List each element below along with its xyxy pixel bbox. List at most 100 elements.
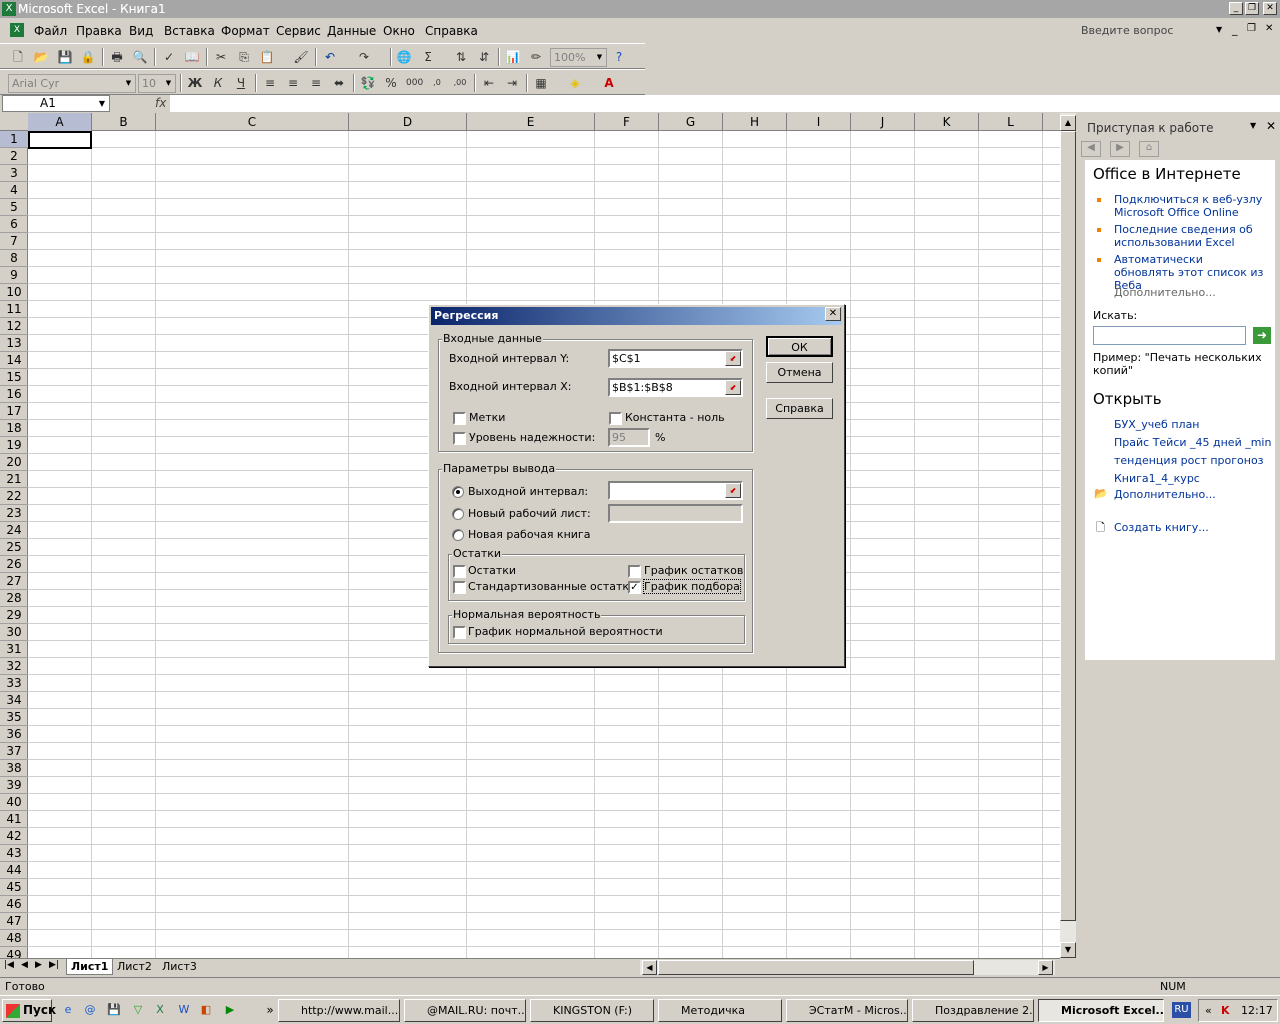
excel-icon[interactable]: X [152,1002,168,1018]
row-header-8[interactable]: 8 [0,250,28,267]
doc-close-button[interactable]: ✕ [1265,23,1273,34]
horizontal-scroll-thumb[interactable] [658,960,974,975]
latest-news-link[interactable]: Последние сведения об использовании Exce… [1114,223,1264,249]
new-icon[interactable]: 🗋 [10,49,26,65]
doc-minimize-button[interactable]: _ [1232,23,1238,36]
row-header-5[interactable]: 5 [0,199,28,216]
thousands-icon[interactable]: 000 [406,75,423,91]
row-header-25[interactable]: 25 [0,539,28,556]
taskbar-item-ie2[interactable]: @MAIL.RU: почт... [404,999,526,1022]
menu-window[interactable]: Окно [383,24,415,38]
recent-file-1[interactable]: БУХ_учеб план [1114,418,1200,431]
row-header-15[interactable]: 15 [0,369,28,386]
recent-file-4[interactable]: Книга1_4_курс [1114,472,1200,485]
home-icon[interactable]: ⌂ [1139,141,1159,157]
row-header-32[interactable]: 32 [0,658,28,675]
row-header-43[interactable]: 43 [0,845,28,862]
help-button[interactable]: Справка [766,398,833,419]
format-painter-icon[interactable]: 🖌 [293,49,309,65]
row-header-13[interactable]: 13 [0,335,28,352]
borders-icon[interactable]: ▦ [533,75,549,91]
outlook-icon[interactable]: @ [82,1002,98,1018]
row-header-12[interactable]: 12 [0,318,28,335]
row-header-17[interactable]: 17 [0,403,28,420]
column-header-g[interactable]: G [659,113,723,131]
start-button[interactable]: Пуск [2,999,56,1022]
decrease-indent-icon[interactable]: ⇤ [481,75,497,91]
column-header-j[interactable]: J [851,113,915,131]
name-box[interactable]: A1 ▼ [2,95,110,112]
row-header-48[interactable]: 48 [0,930,28,947]
row-header-23[interactable]: 23 [0,505,28,522]
create-workbook-link[interactable]: Создать книгу... [1114,521,1209,534]
residual-plot-checkbox[interactable] [628,565,641,578]
app-icon[interactable]: ◧ [198,1002,214,1018]
fill-color-icon[interactable]: ◈ [567,75,583,91]
go-arrow-icon[interactable]: ➜ [1253,327,1271,344]
row-header-1[interactable]: 1 [0,131,28,148]
normal-plot-checkbox[interactable] [453,626,466,639]
row-header-37[interactable]: 37 [0,743,28,760]
column-header-k[interactable]: K [915,113,979,131]
collapse-dialog-icon[interactable]: ⬋ [725,380,741,395]
constant-zero-checkbox[interactable] [609,412,622,425]
scroll-right-button[interactable]: ▶ [1038,960,1053,975]
labels-checkbox[interactable] [453,412,466,425]
row-header-18[interactable]: 18 [0,420,28,437]
spelling-icon[interactable]: ✓ [161,49,177,65]
row-header-19[interactable]: 19 [0,437,28,454]
confidence-input[interactable]: 95 [608,428,650,447]
row-header-26[interactable]: 26 [0,556,28,573]
row-header-34[interactable]: 34 [0,692,28,709]
close-icon[interactable]: ✕ [1266,119,1276,133]
row-header-3[interactable]: 3 [0,165,28,182]
row-header-30[interactable]: 30 [0,624,28,641]
row-header-20[interactable]: 20 [0,454,28,471]
word-icon[interactable]: W [176,1002,192,1018]
scroll-down-button[interactable]: ▼ [1060,942,1076,958]
save-icon[interactable]: 💾 [106,1002,122,1018]
new-sheet-radio[interactable] [452,508,464,520]
menu-help[interactable]: Справка [425,24,478,38]
permission-icon[interactable]: 🔒 [80,49,96,65]
row-header-22[interactable]: 22 [0,488,28,505]
font-combo[interactable]: Arial Cyr ▼ [8,74,136,93]
row-header-21[interactable]: 21 [0,471,28,488]
zoom-combo[interactable]: 100% ▼ [550,48,607,67]
open-icon[interactable]: 📂 [33,49,49,65]
chart-wizard-icon[interactable]: 📊 [505,49,521,65]
row-header-46[interactable]: 46 [0,896,28,913]
increase-decimal-icon[interactable]: ,0 [429,75,445,91]
taskbar-item-excel[interactable]: Microsoft Excel... [1038,999,1164,1022]
merge-center-icon[interactable]: ⬌ [331,75,347,91]
menu-edit[interactable]: Правка [76,24,122,38]
cut-icon[interactable]: ✂ [213,49,229,65]
office-online-link[interactable]: Подключиться к веб-узлу Microsoft Office… [1114,193,1264,219]
language-indicator[interactable]: RU [1172,1002,1191,1018]
row-header-7[interactable]: 7 [0,233,28,250]
media-icon[interactable]: ▶ [222,1002,238,1018]
tool-icon[interactable]: ▽ [130,1002,146,1018]
fx-icon[interactable]: fx [155,96,166,110]
row-header-44[interactable]: 44 [0,862,28,879]
row-header-38[interactable]: 38 [0,760,28,777]
dialog-close-button[interactable]: ✕ [825,307,841,321]
row-header-49[interactable]: 49 [0,947,28,958]
column-header-e[interactable]: E [467,113,595,131]
column-header-c[interactable]: C [156,113,349,131]
taskbar-item-ie1[interactable]: http://www.mail.... [278,999,400,1022]
paste-icon[interactable]: 📋 [259,49,275,65]
formula-input[interactable] [170,95,1280,112]
currency-icon[interactable]: 💱 [360,75,376,91]
last-sheet-icon[interactable]: ▶| [49,960,59,970]
bold-button[interactable]: Ж [187,75,203,91]
scroll-up-button[interactable]: ▲ [1060,115,1076,131]
align-left-icon[interactable]: ≡ [262,75,278,91]
chevron-left-icon[interactable]: « [1205,1000,1212,1021]
output-range-input[interactable]: ⬋ [608,481,743,500]
taskbar-item-kingston[interactable]: KINGSTON (F:) [530,999,654,1022]
new-sheet-input[interactable] [608,504,743,523]
doc-restore-button[interactable]: ❐ [1247,23,1256,34]
row-header-36[interactable]: 36 [0,726,28,743]
row-header-31[interactable]: 31 [0,641,28,658]
